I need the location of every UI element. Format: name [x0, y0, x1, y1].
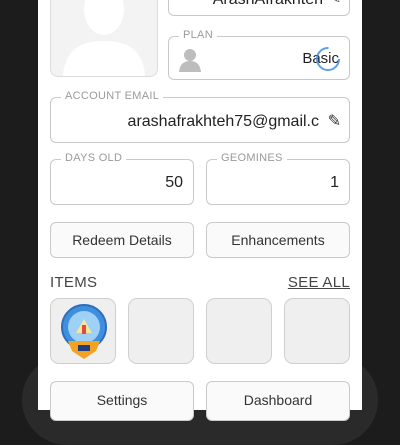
avatar	[50, 0, 158, 77]
settings-button[interactable]: Settings	[50, 381, 194, 421]
username-value: ArashAfrakhteh	[213, 0, 323, 9]
username-field[interactable]: ArashAfrakhteh ✎	[168, 0, 350, 16]
plan-field[interactable]: PLAN Basic	[168, 29, 350, 80]
geomines-label: GEOMINES	[217, 152, 287, 164]
user-silhouette-icon	[51, 0, 157, 76]
redeem-details-button[interactable]: Redeem Details	[50, 222, 194, 258]
edit-email-icon[interactable]: ✎	[328, 111, 341, 131]
dashboard-button[interactable]: Dashboard	[206, 381, 350, 421]
profile-panel: ArashAfrakhteh ✎ PLAN Basic ACCOUNT EMAI…	[38, 0, 362, 421]
geomines-value: 1	[330, 174, 339, 191]
item-tile[interactable]	[206, 298, 272, 364]
account-email-value: arashafrakhteh75@gmail.c	[127, 113, 319, 130]
account-email-field[interactable]: ACCOUNT EMAIL arashafrakhteh75@gmail.c ✎	[50, 90, 350, 143]
days-old-value: 50	[165, 174, 183, 191]
item-tile[interactable]	[50, 298, 116, 364]
badge-icon	[61, 304, 107, 359]
item-tile[interactable]	[128, 298, 194, 364]
enhancements-button[interactable]: Enhancements	[206, 222, 350, 258]
item-tile[interactable]	[284, 298, 350, 364]
loading-spinner-icon	[316, 47, 340, 71]
see-all-link[interactable]: SEE ALL	[288, 274, 350, 291]
geomines-field: GEOMINES 1	[206, 152, 350, 205]
user-icon	[179, 49, 201, 72]
plan-label: PLAN	[179, 29, 217, 41]
days-old-field: DAYS OLD 50	[50, 152, 194, 205]
account-email-label: ACCOUNT EMAIL	[61, 90, 164, 102]
edit-icon[interactable]: ✎	[330, 0, 341, 7]
items-title: ITEMS	[50, 274, 98, 291]
days-old-label: DAYS OLD	[61, 152, 127, 164]
